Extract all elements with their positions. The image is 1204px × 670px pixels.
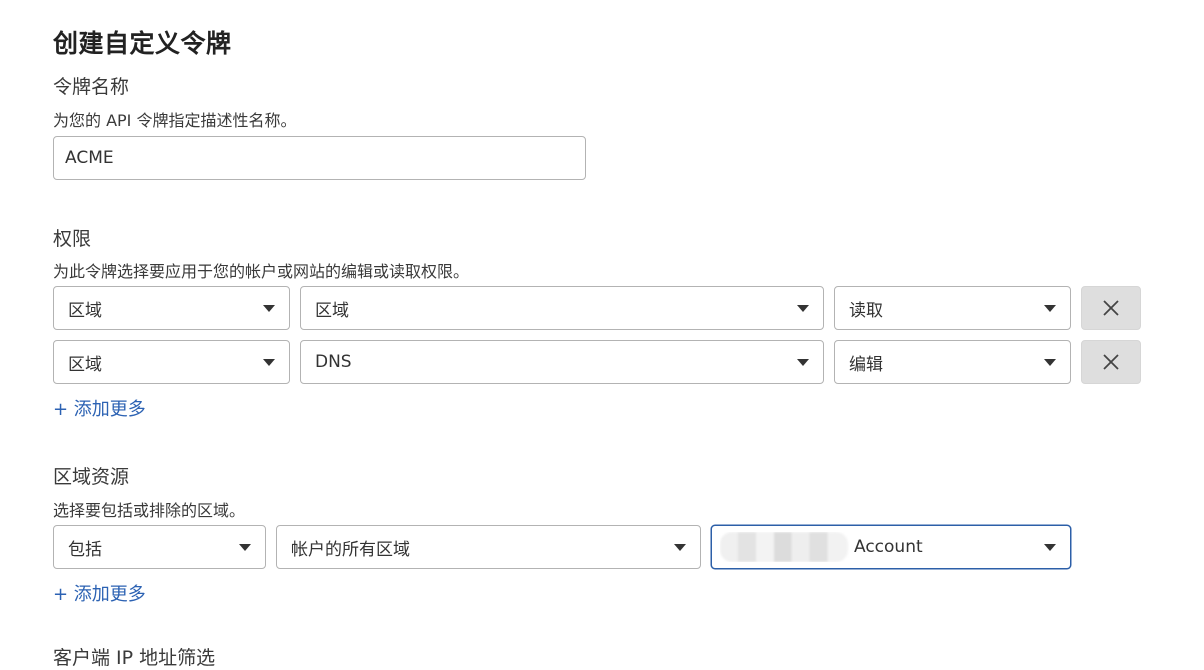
permission-resource-select[interactable]: 区域 <box>300 286 824 330</box>
caret-down-icon <box>263 358 275 366</box>
zone-resources-label: 区域资源 <box>53 466 130 488</box>
caret-down-icon <box>1044 543 1056 551</box>
add-more-permissions-link[interactable]: + 添加更多 <box>53 395 146 421</box>
permission-scope-select[interactable]: 区域 <box>53 286 290 330</box>
select-value: 区域 <box>315 300 349 321</box>
select-value: DNS <box>315 352 352 372</box>
add-more-zones-link[interactable]: + 添加更多 <box>53 580 146 606</box>
caret-down-icon <box>797 304 809 312</box>
client-ip-filter-label: 客户端 IP 地址筛选 <box>53 647 216 669</box>
permission-level-select[interactable]: 读取 <box>834 286 1071 330</box>
caret-down-icon <box>263 304 275 312</box>
token-name-description: 为您的 API 令牌指定描述性名称。 <box>53 111 297 130</box>
caret-down-icon <box>674 543 686 551</box>
select-value: 区域 <box>68 300 102 321</box>
zone-resources-description: 选择要包括或排除的区域。 <box>53 501 246 520</box>
select-value: 读取 <box>849 300 883 321</box>
permission-level-select[interactable]: 编辑 <box>834 340 1071 384</box>
caret-down-icon <box>797 358 809 366</box>
select-value-wrap: Account <box>720 532 1044 562</box>
permissions-description: 为此令牌选择要应用于您的帐户或网站的编辑或读取权限。 <box>53 262 470 281</box>
close-icon <box>1103 300 1119 316</box>
select-value: 区域 <box>68 354 102 375</box>
remove-permission-button[interactable] <box>1081 340 1141 384</box>
token-name-label: 令牌名称 <box>53 76 130 98</box>
select-value: 帐户的所有区域 <box>291 539 410 560</box>
permission-resource-select[interactable]: DNS <box>300 340 824 384</box>
select-value: 编辑 <box>849 354 883 375</box>
caret-down-icon <box>1044 304 1056 312</box>
close-icon <box>1103 354 1119 370</box>
page-title: 创建自定义令牌 <box>53 29 232 58</box>
zone-include-select[interactable]: 包括 <box>53 525 266 569</box>
caret-down-icon <box>239 543 251 551</box>
token-name-input[interactable] <box>53 136 586 180</box>
remove-permission-button[interactable] <box>1081 286 1141 330</box>
zone-target-select[interactable]: 帐户的所有区域 <box>276 525 701 569</box>
permissions-label: 权限 <box>53 228 92 250</box>
caret-down-icon <box>1044 358 1056 366</box>
select-value: Account <box>854 537 923 557</box>
redacted-account-name <box>720 532 848 562</box>
zone-account-select[interactable]: Account <box>711 525 1071 569</box>
select-value: 包括 <box>68 539 102 560</box>
permission-scope-select[interactable]: 区域 <box>53 340 290 384</box>
